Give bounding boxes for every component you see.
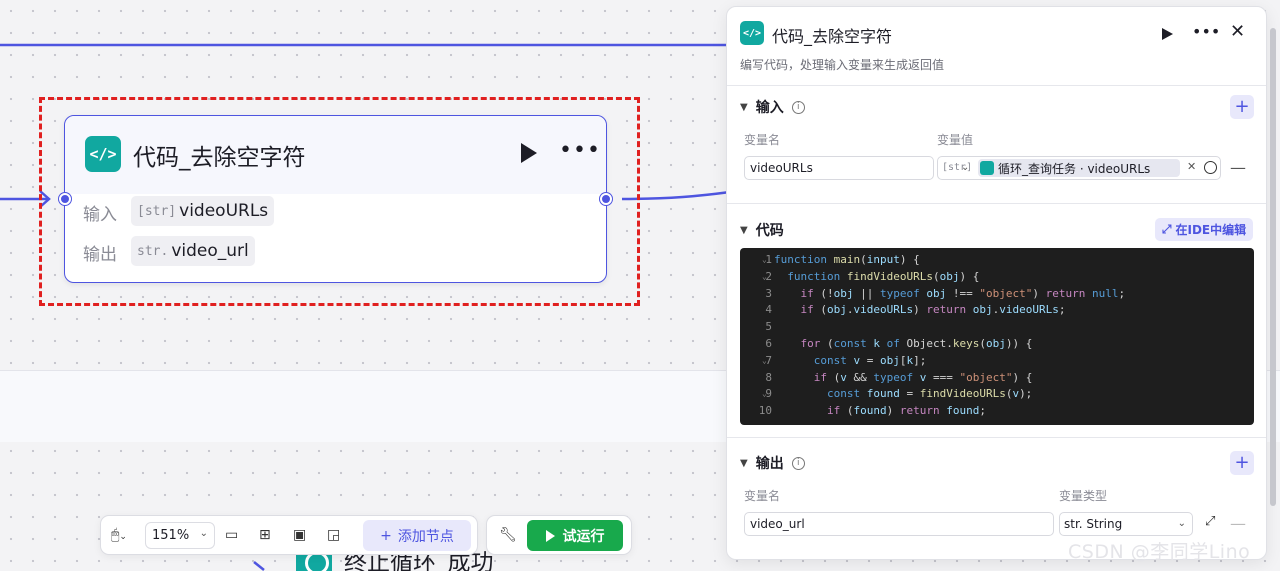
plus-icon: + bbox=[380, 527, 392, 544]
add-input-button[interactable]: + bbox=[1230, 95, 1254, 119]
info-icon[interactable]: i bbox=[791, 100, 805, 114]
variable-reference-chip[interactable]: 循环_查询任务 · videoURLs bbox=[978, 159, 1180, 177]
divider bbox=[727, 85, 1266, 86]
input-port[interactable] bbox=[59, 193, 71, 205]
input-heading: 输入 bbox=[755, 100, 784, 116]
watermark: CSDN @李同学Lino bbox=[1068, 541, 1251, 563]
input-col-name: 变量名 bbox=[744, 133, 781, 147]
remove-input-button[interactable]: — bbox=[1230, 158, 1246, 177]
close-icon[interactable]: ✕ bbox=[1230, 21, 1245, 42]
clear-icon[interactable]: ✕ bbox=[1187, 160, 1196, 173]
input-col-value: 变量值 bbox=[937, 133, 974, 147]
more-icon[interactable]: ••• bbox=[1192, 22, 1220, 41]
panel-title[interactable]: 代码_去除空字符 bbox=[772, 23, 892, 47]
node-output-label: 输出 bbox=[83, 245, 117, 265]
node-input-label: 输入 bbox=[83, 205, 117, 225]
expand-icon: ⤢ bbox=[1161, 222, 1172, 236]
divider bbox=[727, 437, 1266, 438]
node-title: 代码_去除空字符 bbox=[133, 145, 306, 171]
output-section-header[interactable]: ▼ 输出 i bbox=[740, 453, 805, 473]
chevron-down-icon: ▼ bbox=[740, 101, 748, 113]
layout-icon[interactable]: ⊞ bbox=[259, 525, 271, 545]
debug-tool-icon[interactable]: 🔧︎ bbox=[499, 525, 517, 545]
node-input-tag: [str] videoURLs bbox=[131, 196, 275, 226]
expand-icon[interactable]: ⤢ bbox=[1205, 514, 1215, 529]
fit-view-icon[interactable]: ◲ bbox=[327, 525, 340, 545]
input-var-value-select[interactable]: [str] ⌄ 循环_查询任务 · videoURLs ✕ bbox=[937, 156, 1221, 180]
comment-icon[interactable]: ▭ bbox=[225, 525, 238, 545]
output-type-select[interactable]: str. String ⌄ bbox=[1059, 512, 1193, 536]
chevron-down-icon: ⌄ bbox=[199, 528, 208, 539]
remove-output-button[interactable]: — bbox=[1230, 514, 1246, 533]
add-output-button[interactable]: + bbox=[1230, 451, 1254, 475]
zoom-select[interactable]: 151% ⌄ bbox=[145, 522, 215, 549]
minimap-icon[interactable]: ▣ bbox=[293, 525, 306, 545]
code-heading: 代码 bbox=[755, 223, 784, 239]
add-node-label: 添加节点 bbox=[397, 528, 454, 545]
variable-target-icon[interactable] bbox=[1204, 161, 1217, 174]
input-section-header[interactable]: ▼ 输入 i bbox=[740, 97, 805, 117]
zoom-value: 151% bbox=[152, 528, 190, 543]
more-icon[interactable]: ••• bbox=[559, 138, 601, 163]
node-config-panel: </> 代码_去除空字符 ••• ✕ 编写代码，处理输入变量来生成返回值 ▼ 输入… bbox=[726, 6, 1267, 560]
panel-description: 编写代码，处理输入变量来生成返回值 bbox=[740, 58, 945, 72]
node-output-var: video_url bbox=[171, 241, 249, 261]
divider bbox=[727, 203, 1266, 204]
info-icon[interactable]: i bbox=[791, 456, 805, 470]
canvas-toolbar: 🖱︎⌄ 151% ⌄ ▭ ⊞ ▣ ◲ + 添加节点 bbox=[100, 515, 478, 555]
type-icon: [str] bbox=[137, 203, 177, 219]
code-node[interactable]: </> 代码_去除空字符 ••• 输入 [str] videoURLs 输出 st… bbox=[64, 115, 607, 283]
trial-run-label: 试运行 bbox=[562, 528, 605, 545]
node-input-var: videoURLs bbox=[179, 201, 269, 221]
output-type-value: str. String bbox=[1064, 517, 1123, 531]
play-icon[interactable] bbox=[521, 143, 537, 163]
output-col-type: 变量类型 bbox=[1059, 489, 1108, 503]
chevron-down-icon: ▼ bbox=[740, 457, 748, 469]
type-icon: str. bbox=[137, 243, 169, 259]
output-port[interactable] bbox=[600, 193, 612, 205]
code-section-header[interactable]: ▼ 代码 bbox=[740, 220, 784, 240]
play-icon[interactable] bbox=[1162, 28, 1173, 40]
run-toolbar: 🔧︎ 试运行 bbox=[486, 515, 632, 555]
output-heading: 输出 bbox=[755, 456, 784, 472]
code-content[interactable]: function main(input) { function findVide… bbox=[774, 252, 1125, 420]
output-col-name: 变量名 bbox=[744, 489, 781, 503]
fold-markers: ⌄ ⌄ ⌄ ⌄ bbox=[762, 255, 767, 399]
panel-scrollbar[interactable] bbox=[1270, 28, 1276, 506]
mouse-mode-icon[interactable]: 🖱︎⌄ bbox=[111, 525, 127, 547]
chevron-down-icon: ⌄ bbox=[1177, 518, 1186, 529]
node-output-tag: str. video_url bbox=[131, 236, 255, 266]
output-var-name-field[interactable]: video_url bbox=[744, 512, 1054, 536]
trial-run-button[interactable]: 试运行 bbox=[527, 520, 623, 551]
input-var-name-field[interactable]: videoURLs bbox=[744, 156, 934, 180]
edit-in-ide-button[interactable]: ⤢ 在IDE中编辑 bbox=[1155, 218, 1253, 241]
chevron-down-icon[interactable]: ⌄ bbox=[961, 162, 969, 173]
edit-in-ide-label: 在IDE中编辑 bbox=[1175, 223, 1247, 237]
loop-node-icon bbox=[980, 161, 994, 175]
code-icon: </> bbox=[740, 21, 764, 45]
code-editor[interactable]: 1 2 3 4 5 6 7 8 9 10 ⌄ ⌄ ⌄ ⌄ function ma… bbox=[740, 248, 1254, 425]
play-icon bbox=[545, 529, 555, 542]
chevron-down-icon: ▼ bbox=[740, 224, 748, 236]
edge-bottom-arrow bbox=[253, 561, 265, 571]
code-icon: </> bbox=[85, 136, 121, 172]
add-node-button[interactable]: + 添加节点 bbox=[363, 520, 471, 551]
variable-reference-text: 循环_查询任务 · videoURLs bbox=[998, 162, 1151, 176]
